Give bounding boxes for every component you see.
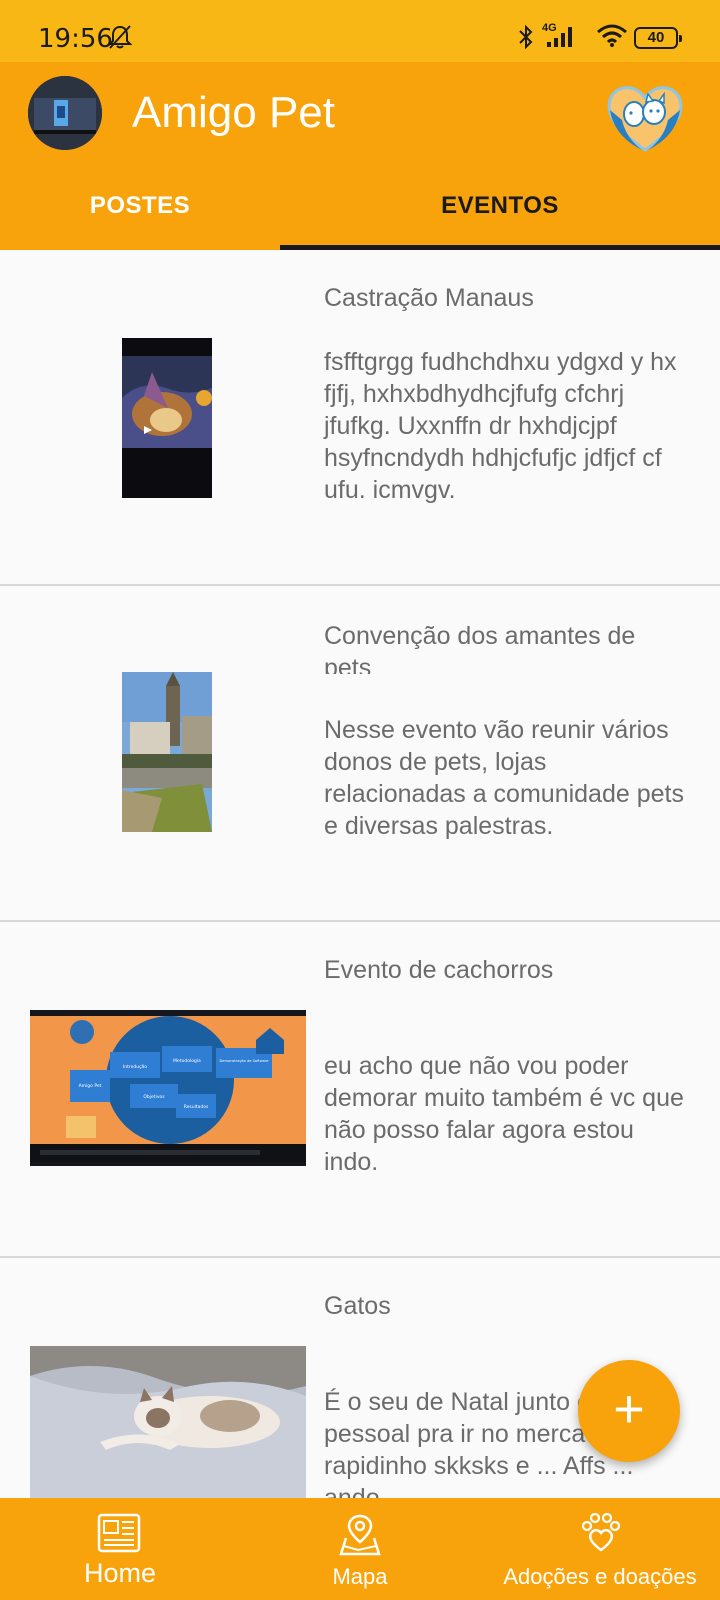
event-description: eu acho que não vou poder demorar muito … xyxy=(324,1052,684,1176)
avatar[interactable] xyxy=(28,76,102,150)
pet-care-logo-icon xyxy=(607,86,683,152)
app-bar: Amigo Pet POSTES EVENTOS xyxy=(0,62,720,250)
event-description: fsfftgrgg fudhchdhxu ydgxd y hx fjfj, hx… xyxy=(324,348,677,504)
wifi-icon xyxy=(597,24,627,47)
tab-eventos-label: EVENTOS xyxy=(441,192,559,219)
bluetooth-icon xyxy=(519,24,533,50)
event-title: Castração Manaus xyxy=(324,284,534,312)
event-list[interactable]: Castração Manaus fsfftgrgg fudhchdhxu yd… xyxy=(0,250,720,1498)
event-card[interactable]: Convenção dos amantes de pets Nesse even… xyxy=(0,586,720,922)
tab-eventos[interactable]: EVENTOS xyxy=(280,190,720,250)
event-title: Gatos xyxy=(324,1292,391,1320)
tab-postes-label: POSTES xyxy=(89,192,191,219)
paw-heart-icon xyxy=(581,1512,621,1552)
app-title: Amigo Pet xyxy=(132,88,335,137)
bottom-navigation: Home Mapa Adoções e doações xyxy=(0,1498,720,1600)
event-thumbnail xyxy=(122,338,212,498)
mute-bell-icon xyxy=(107,25,133,49)
slide-label: Resultados xyxy=(184,1104,209,1110)
tab-postes[interactable]: POSTES xyxy=(0,190,280,250)
slide-label: Objetivos xyxy=(143,1094,165,1100)
map-icon xyxy=(339,1514,381,1556)
slide-label: Amigo Pet xyxy=(79,1083,102,1089)
newspaper-icon xyxy=(97,1513,141,1553)
nav-label-home: Home xyxy=(83,1558,157,1588)
nav-item-home[interactable]: Home xyxy=(0,1498,240,1600)
battery-indicator: 40 xyxy=(634,27,682,49)
slide-label: Demonstração de Software xyxy=(220,1059,270,1063)
event-title: Convenção dos amantes de pets xyxy=(324,622,636,674)
plus-icon: + xyxy=(613,1379,645,1439)
nav-item-mapa[interactable]: Mapa xyxy=(240,1498,480,1600)
event-title: Evento de cachorros xyxy=(324,956,554,984)
event-card[interactable]: Introdução Metodologia Demonstração de S… xyxy=(0,922,720,1258)
event-thumbnail xyxy=(30,1346,306,1498)
nav-label-adocoes: Adoções e doações xyxy=(503,1564,697,1589)
slide-label: Introdução xyxy=(123,1064,147,1070)
signal-icon xyxy=(547,27,572,47)
event-description: Nesse evento vão reunir vários donos de … xyxy=(324,716,684,840)
add-event-button[interactable]: + xyxy=(578,1360,680,1462)
status-bar: 19:56 4G 40 xyxy=(0,0,720,62)
nav-label-mapa: Mapa xyxy=(332,1564,388,1589)
slide-label: Metodologia xyxy=(173,1058,201,1064)
event-thumbnail: Introdução Metodologia Demonstração de S… xyxy=(30,1010,306,1166)
event-thumbnail xyxy=(122,672,212,832)
event-card[interactable]: Castração Manaus fsfftgrgg fudhchdhxu yd… xyxy=(0,250,720,586)
nav-item-adocoes[interactable]: Adoções e doações xyxy=(480,1498,720,1600)
status-time: 19:56 xyxy=(38,24,113,54)
avatar-image xyxy=(28,76,102,150)
